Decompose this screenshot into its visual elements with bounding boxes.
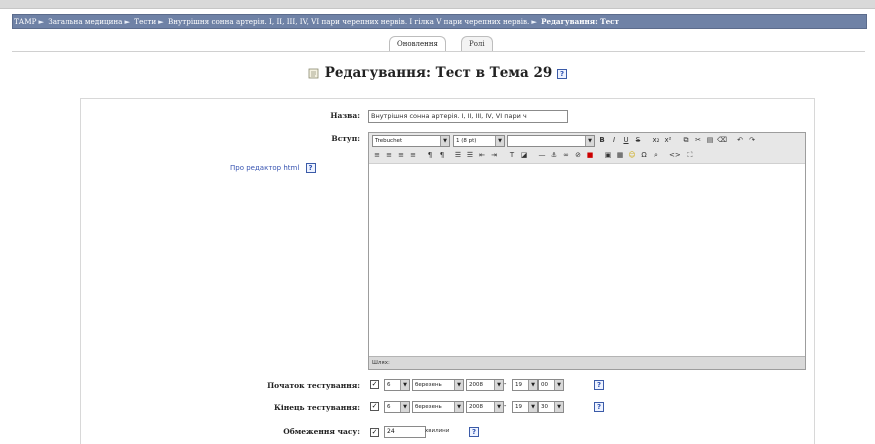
html-editor: Trebuchet ▼ 1 (8 pt) ▼ ▼ B I U S x₂ x² ⧉ ✂… <box>368 132 806 370</box>
start-time-label: Початок тестування: <box>267 381 360 390</box>
end-hour-select[interactable]: 19 ▼ <box>512 401 538 413</box>
redo-icon[interactable]: ↷ <box>747 135 757 145</box>
end-day-select[interactable]: 6 ▼ <box>384 401 410 413</box>
rtl-icon[interactable]: ¶ <box>437 150 447 160</box>
help-icon[interactable]: ? <box>594 380 604 390</box>
end-year-select[interactable]: 2008 ▼ <box>466 401 504 413</box>
breadcrumb-item-current: Редагування: Тест <box>541 17 619 26</box>
copy-icon[interactable]: ⧉ <box>681 135 691 145</box>
tab-roles[interactable]: Ролі <box>461 36 493 52</box>
outdent-icon[interactable]: ⇤ <box>477 150 487 160</box>
end-time-row: ✓ 6 ▼ березень ▼ 2008 ▼ - 19 ▼ 30 ▼ ? <box>370 401 630 413</box>
start-time-row: ✓ 6 ▼ березень ▼ 2008 ▼ - 19 ▼ 00 ▼ ? <box>370 379 630 391</box>
hr-icon[interactable]: — <box>537 150 547 160</box>
time-limit-unit: хвилини <box>425 428 450 434</box>
help-icon[interactable]: ? <box>305 163 316 173</box>
cut-icon[interactable]: ✂ <box>693 135 703 145</box>
end-time-label: Кінець тестування: <box>274 403 360 412</box>
indent-icon[interactable]: ⇥ <box>489 150 499 160</box>
editor-path-bar: Шлях: <box>369 356 805 369</box>
ltr-icon[interactable]: ¶ <box>425 150 435 160</box>
italic-button[interactable]: I <box>609 135 619 145</box>
breadcrumb-separator: ► <box>124 17 130 26</box>
start-hour-select[interactable]: 19 ▼ <box>512 379 538 391</box>
editor-content-area[interactable] <box>369 164 805 355</box>
end-minute-select[interactable]: 30 ▼ <box>538 401 564 413</box>
end-enable-checkbox[interactable]: ✓ <box>370 402 379 411</box>
about-html-editor-label[interactable]: Про редактор html <box>230 164 299 172</box>
nolink-icon[interactable]: ■ <box>585 150 595 160</box>
search-replace-icon[interactable]: ⌕ <box>651 150 661 160</box>
breadcrumb-item-tamp[interactable]: ТАМР <box>13 17 37 26</box>
breadcrumb-item-tests[interactable]: Тести <box>133 17 157 26</box>
paste-icon[interactable]: ▤ <box>705 135 715 145</box>
name-label: Назва: <box>330 111 360 120</box>
page-heading: Редагування: Тест в Тема 29 ? <box>0 65 875 81</box>
text-color-icon[interactable]: T <box>507 150 517 160</box>
strike-button[interactable]: S <box>633 135 643 145</box>
html-source-icon[interactable]: <> <box>669 150 681 160</box>
anchor-icon[interactable]: ⚓ <box>549 150 559 160</box>
start-enable-checkbox[interactable]: ✓ <box>370 380 379 389</box>
start-day-select[interactable]: 6 ▼ <box>384 379 410 391</box>
font-family-select[interactable]: Trebuchet ▼ <box>372 135 450 147</box>
editor-toolbar-row-1: Trebuchet ▼ 1 (8 pt) ▼ ▼ B I U S x₂ x² ⧉ ✂… <box>369 133 805 149</box>
align-center-icon[interactable]: ≡ <box>384 150 394 160</box>
help-icon[interactable]: ? <box>469 427 479 437</box>
help-icon[interactable]: ? <box>556 68 567 79</box>
window-top-strip <box>0 0 875 9</box>
breadcrumb-item-course[interactable]: Загальна медицина <box>47 17 123 26</box>
bold-button[interactable]: B <box>597 135 607 145</box>
breadcrumb: ТАМР ► Загальна медицина ► Тести ► Внутрішн… <box>12 14 867 29</box>
font-size-select[interactable]: 1 (8 pt) ▼ <box>453 135 505 147</box>
time-limit-checkbox[interactable]: ✓ <box>370 428 379 437</box>
align-left-icon[interactable]: ≡ <box>372 150 382 160</box>
time-limit-label: Обмеження часу: <box>283 427 360 436</box>
clean-icon[interactable]: ⌫ <box>717 135 727 145</box>
breadcrumb-item-quiz[interactable]: Внутрішня сонна артерія. I, II, III, IV,… <box>167 17 530 26</box>
tab-bar: Оновлення Ролі <box>0 36 875 52</box>
breadcrumb-separator: ► <box>531 17 537 26</box>
help-icon[interactable]: ? <box>594 402 604 412</box>
undo-icon[interactable]: ↶ <box>735 135 745 145</box>
fullscreen-icon[interactable]: ⛶ <box>685 150 695 160</box>
smiley-icon[interactable]: ☺ <box>627 150 637 160</box>
page-title: Редагування: Тест в Тема 29 <box>324 65 553 81</box>
name-input[interactable]: Внутрішня сонна артерія. I, II, III, IV,… <box>368 110 568 123</box>
quiz-icon <box>308 68 319 79</box>
start-year-select[interactable]: 2008 ▼ <box>466 379 504 391</box>
align-justify-icon[interactable]: ≡ <box>408 150 418 160</box>
image-icon[interactable]: ▣ <box>603 150 613 160</box>
superscript-button[interactable]: x² <box>663 135 673 145</box>
time-limit-input[interactable]: 24 <box>384 426 426 438</box>
breadcrumb-separator: ► <box>158 17 164 26</box>
subscript-button[interactable]: x₂ <box>651 135 661 145</box>
unlink-icon[interactable]: ⊘ <box>573 150 583 160</box>
start-month-select[interactable]: березень ▼ <box>412 379 464 391</box>
tab-update[interactable]: Оновлення <box>389 36 446 52</box>
align-right-icon[interactable]: ≡ <box>396 150 406 160</box>
link-icon[interactable]: ∞ <box>561 150 571 160</box>
tab-divider <box>12 51 865 52</box>
about-html-editor-link[interactable]: Про редактор html ? <box>230 163 316 173</box>
bg-color-icon[interactable]: ◪ <box>519 150 529 160</box>
breadcrumb-separator: ► <box>38 17 44 26</box>
unordered-list-icon[interactable]: ☰ <box>465 150 475 160</box>
special-char-icon[interactable]: Ω <box>639 150 649 160</box>
ordered-list-icon[interactable]: ☰ <box>453 150 463 160</box>
end-month-select[interactable]: березень ▼ <box>412 401 464 413</box>
table-icon[interactable]: ▦ <box>615 150 625 160</box>
format-select[interactable]: ▼ <box>507 135 595 147</box>
start-minute-select[interactable]: 00 ▼ <box>538 379 564 391</box>
underline-button[interactable]: U <box>621 135 631 145</box>
editor-toolbar-row-2: ≡ ≡ ≡ ≡ ¶ ¶ ☰ ☰ ⇤ ⇥ T ◪ — ⚓ ∞ ⊘ ■ ▣ ▦ ☺ … <box>369 148 805 164</box>
intro-label: Вступ: <box>331 134 360 143</box>
